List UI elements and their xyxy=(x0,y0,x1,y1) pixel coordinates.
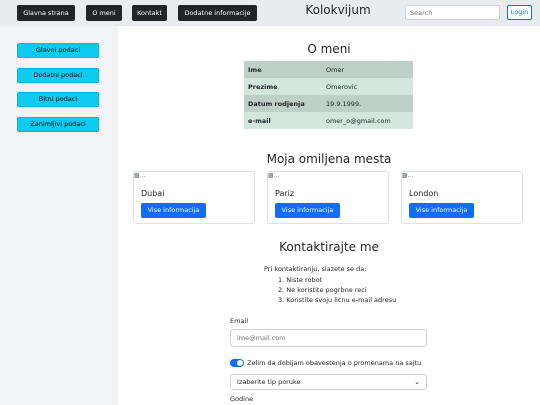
notify-toggle[interactable] xyxy=(230,359,244,367)
nav-contact-button[interactable]: Kontakt xyxy=(132,5,167,21)
broken-image-icon: ▩... xyxy=(134,172,146,179)
place-card-dubai: ▩... Dubai Vise informacija xyxy=(133,171,255,224)
search-input[interactable] xyxy=(405,5,500,20)
brand-title: Kolokvijum xyxy=(305,3,371,17)
login-button[interactable]: Login xyxy=(507,5,532,20)
sidebar: Glavni podaci Dodatni podaci Bitni podac… xyxy=(0,26,118,405)
nav-about-button[interactable]: O meni xyxy=(86,5,122,21)
place-city: Pariz xyxy=(275,189,295,198)
about-key: Prezime xyxy=(244,78,322,95)
more-info-button[interactable]: Vise informacija xyxy=(409,203,474,218)
list-item: 3. Koristite svoju licnu e-mail adresu xyxy=(278,296,397,304)
contact-intro: Pri kontaktiranju, slazete se da: xyxy=(264,265,367,273)
list-item: 2. Ne koristite pogrbne reci xyxy=(278,286,367,294)
list-item: 1. Niste robot xyxy=(278,276,323,284)
sidebar-item-main-data[interactable]: Glavni podaci xyxy=(17,43,99,58)
notify-label: Zelim da dobijam obavestenja o promenama… xyxy=(247,359,422,367)
about-key: Datum rodjenja xyxy=(244,95,322,112)
select-value: Izaberite tip poruke xyxy=(237,378,301,386)
chevron-down-icon: ⌄ xyxy=(414,378,420,386)
table-row: Prezime Omerovic xyxy=(244,78,413,95)
sidebar-item-interesting-data[interactable]: Zanimljivi podaci xyxy=(17,117,99,132)
places-title: Moja omiljena mesta xyxy=(266,152,392,166)
about-value: Omer xyxy=(322,61,413,78)
nav-home-button[interactable]: Glavna strana xyxy=(17,5,75,21)
more-info-button[interactable]: Vise informacija xyxy=(141,203,206,218)
contact-rules-list: 1. Niste robot 2. Ne koristite pogrbne r… xyxy=(278,275,396,305)
sidebar-item-additional-data[interactable]: Dodatni podaci xyxy=(17,68,99,83)
broken-image-icon: ▩... xyxy=(402,172,414,179)
place-card-london: ▩... London Vise informacija xyxy=(401,171,523,224)
more-info-button[interactable]: Vise informacija xyxy=(275,203,340,218)
about-key: Ime xyxy=(244,61,322,78)
toggle-knob xyxy=(237,360,243,366)
place-city: Dubai xyxy=(141,189,165,198)
place-city: London xyxy=(409,189,439,198)
table-row: e-mail omer_o@gmail.com xyxy=(244,112,413,129)
about-value: 19.9.1999. xyxy=(322,95,413,112)
email-field[interactable] xyxy=(230,329,427,347)
about-value: omer_o@gmail.com xyxy=(322,112,413,129)
table-row: Ime Omer xyxy=(244,61,413,78)
about-value: Omerovic xyxy=(322,78,413,95)
place-card-paris: ▩... Pariz Vise informacija xyxy=(267,171,389,224)
about-title: O meni xyxy=(307,42,351,56)
message-type-select[interactable]: Izaberite tip poruke ⌄ xyxy=(230,374,427,390)
email-label: Email xyxy=(230,317,249,325)
about-table: Ime Omer Prezime Omerovic Datum rodjenja… xyxy=(244,61,413,129)
contact-title: Kontaktirajte me xyxy=(279,240,379,254)
sidebar-item-important-data[interactable]: Bitni podaci xyxy=(17,92,99,107)
nav-more-info-button[interactable]: Dodatne informacije xyxy=(178,5,257,21)
top-navbar: Glavna strana O meni Kontakt Dodatne inf… xyxy=(0,0,540,26)
table-row: Datum rodjenja 19.9.1999. xyxy=(244,95,413,112)
years-label: Godine xyxy=(230,395,254,403)
about-key: e-mail xyxy=(244,112,322,129)
broken-image-icon: ▩... xyxy=(268,172,280,179)
